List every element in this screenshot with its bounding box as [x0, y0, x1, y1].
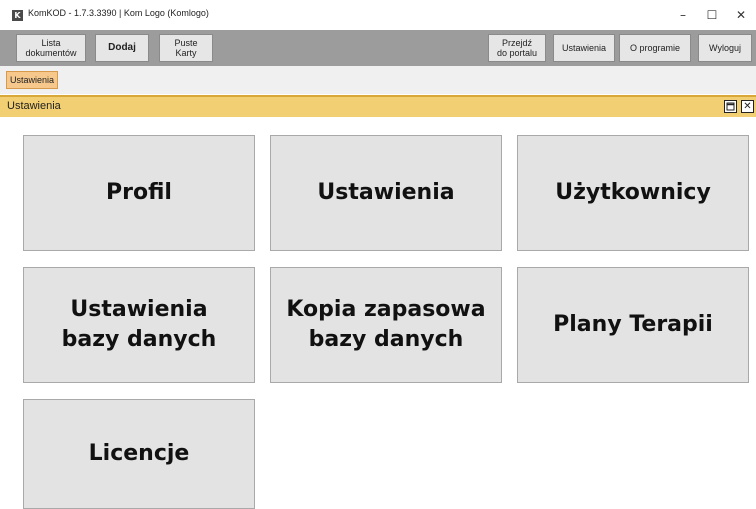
o-programie-button[interactable]: O programie — [619, 34, 691, 62]
przejdz-do-portalu-button[interactable]: Przejdź do portalu — [488, 34, 546, 62]
window-title-bar: K KomKOD - 1.7.3.3390 | Kom Logo (Komlog… — [0, 0, 756, 30]
tile-licencje[interactable]: Licencje — [23, 399, 255, 509]
puste-karty-button[interactable]: Puste Karty — [159, 34, 213, 62]
tile-ustawienia-bazy-danych[interactable]: Ustawienia bazy danych — [23, 267, 255, 383]
maximize-button[interactable]: ☐ — [697, 6, 727, 24]
lista-dokumentow-button[interactable]: Lista dokumentów — [16, 34, 86, 62]
wyloguj-button[interactable]: Wyloguj — [698, 34, 752, 62]
window-restore-icon — [726, 102, 735, 111]
tile-kopia-zapasowa-bazy-danych[interactable]: Kopia zapasowa bazy danych — [270, 267, 502, 383]
tile-ustawienia[interactable]: Ustawienia — [270, 135, 502, 251]
dodaj-button[interactable]: Dodaj — [95, 34, 149, 62]
tab-ustawienia[interactable]: Ustawienia — [6, 71, 59, 89]
ustawienia-toolbar-button[interactable]: Ustawienia — [553, 34, 615, 62]
panel-header: Ustawienia ✕ — [0, 95, 756, 117]
window-title: KomKOD - 1.7.3.3390 | Kom Logo (Komlogo) — [28, 8, 209, 18]
restore-panel-icon[interactable] — [724, 100, 737, 113]
tile-plany-terapii[interactable]: Plany Terapii — [517, 267, 749, 383]
main-toolbar: Lista dokumentów Dodaj Puste Karty Przej… — [0, 30, 756, 66]
close-window-button[interactable]: ✕ — [726, 6, 756, 24]
close-panel-icon[interactable]: ✕ — [741, 100, 754, 113]
tile-uzytkownicy[interactable]: Użytkownicy — [517, 135, 749, 251]
tile-profil[interactable]: Profil — [23, 135, 255, 251]
app-logo-icon: K — [12, 10, 23, 21]
panel-title: Ustawienia — [7, 100, 61, 112]
open-tabs-strip: Ustawienia — [0, 66, 756, 94]
minimize-button[interactable]: – — [668, 6, 698, 24]
